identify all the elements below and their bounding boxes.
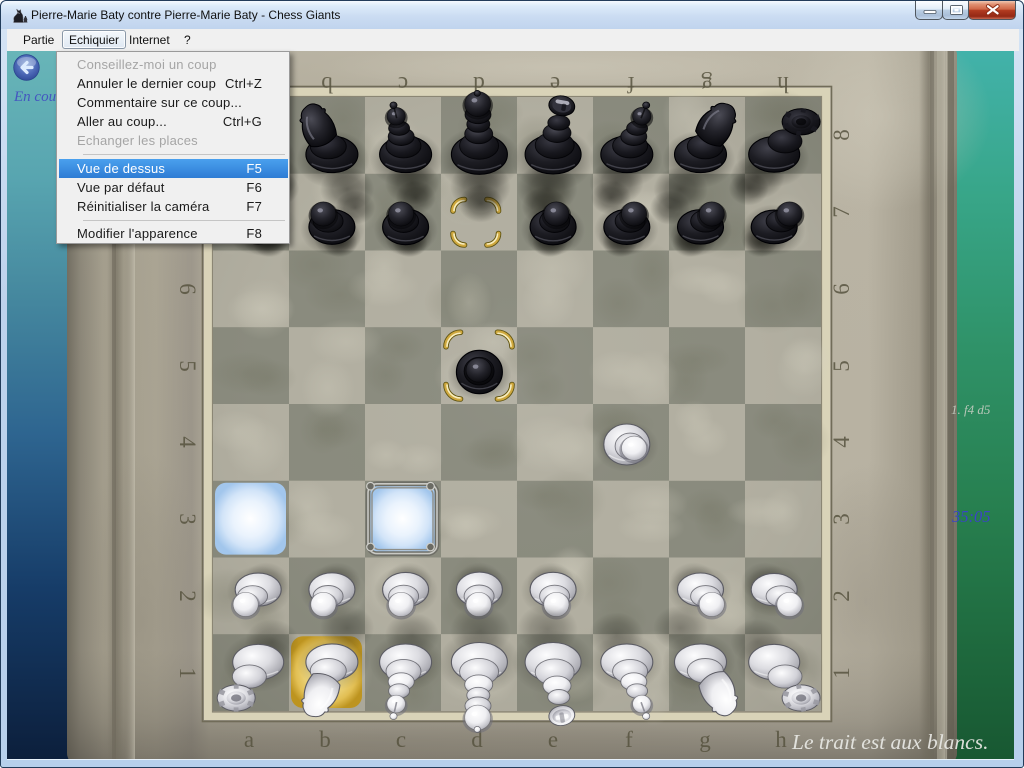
svg-text:c: c (396, 727, 406, 752)
svg-text:f: f (625, 727, 633, 752)
svg-text:6: 6 (175, 283, 200, 295)
svg-text:En cou: En cou (13, 89, 56, 105)
svg-text:35:05: 35:05 (951, 507, 991, 526)
svg-text:6: 6 (829, 283, 854, 295)
svg-text:1: 1 (175, 667, 200, 679)
svg-text:b: b (321, 72, 333, 97)
svg-text:2: 2 (829, 590, 854, 602)
svg-text:2: 2 (175, 590, 200, 602)
svg-text:3: 3 (829, 513, 854, 525)
svg-text:5: 5 (829, 360, 854, 372)
svg-text:Le trait est aux blancs.: Le trait est aux blancs. (791, 730, 988, 754)
svg-text:3: 3 (175, 513, 200, 525)
svg-text:g: g (699, 727, 711, 752)
svg-text:c: c (398, 72, 408, 97)
svg-text:1. f4 d5: 1. f4 d5 (951, 402, 991, 417)
svg-text:8: 8 (829, 129, 854, 141)
svg-text:f: f (627, 72, 635, 97)
svg-text:b: b (319, 727, 331, 752)
svg-text:4: 4 (175, 436, 200, 448)
svg-text:4: 4 (829, 436, 854, 448)
svg-text:h: h (777, 72, 789, 97)
svg-text:h: h (775, 727, 787, 752)
svg-text:e: e (550, 72, 560, 97)
svg-text:a: a (244, 727, 254, 752)
svg-text:1: 1 (829, 667, 854, 679)
svg-text:e: e (548, 727, 558, 752)
svg-text:g: g (701, 72, 713, 97)
svg-text:7: 7 (829, 206, 854, 218)
svg-text:5: 5 (175, 360, 200, 372)
